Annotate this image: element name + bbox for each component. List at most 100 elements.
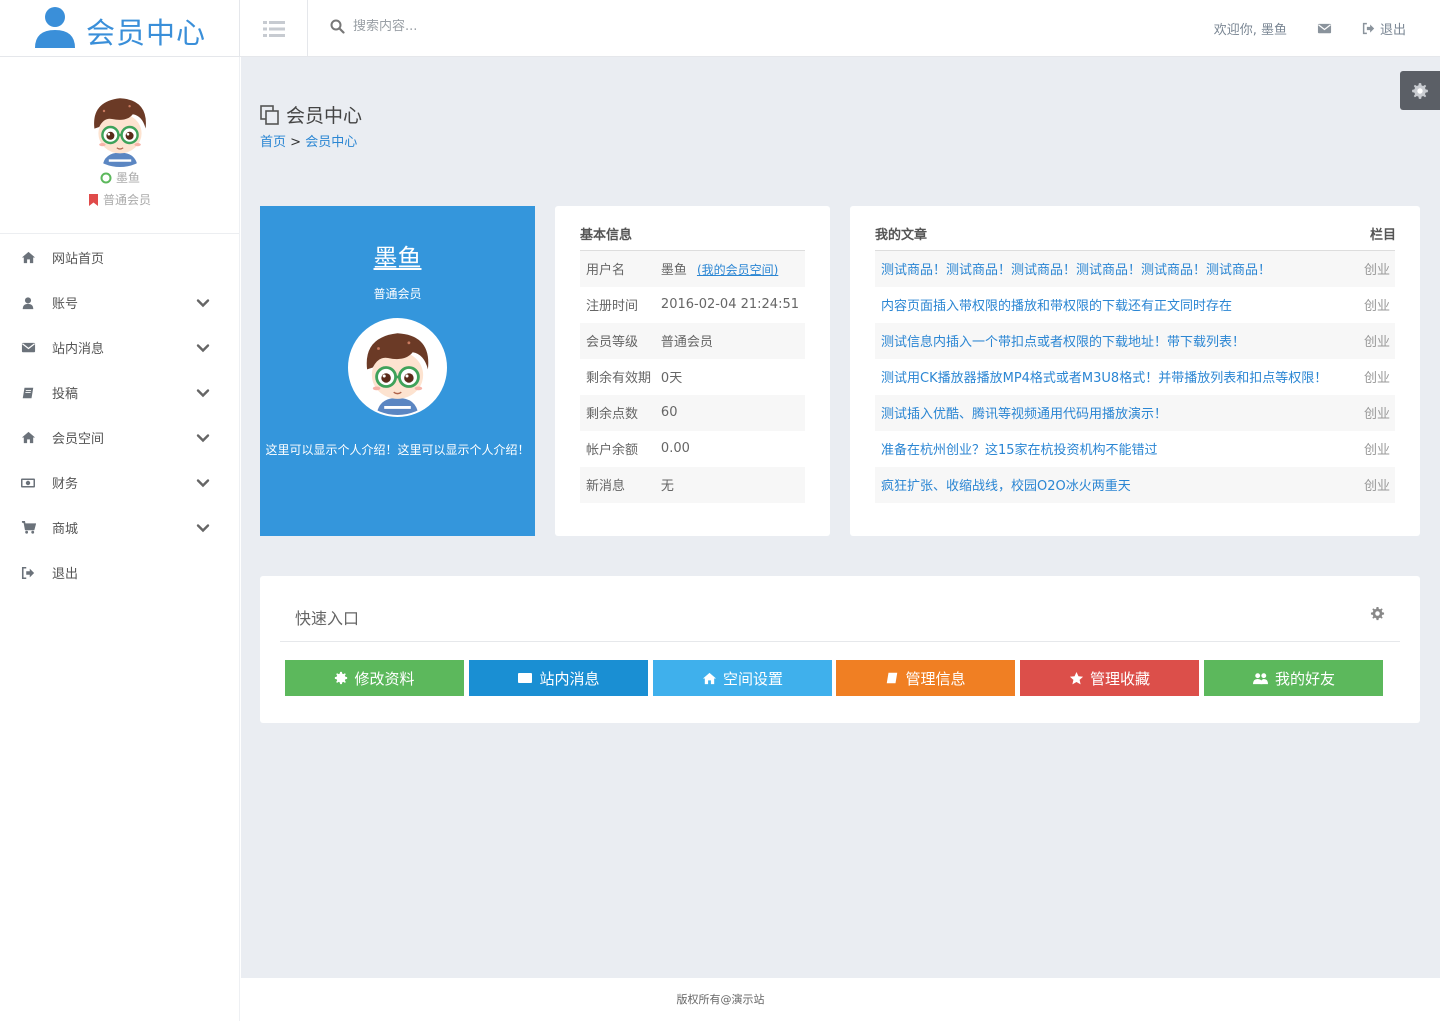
article-category: 创业 (1364, 371, 1391, 386)
article-category: 创业 (1364, 322, 1395, 359)
sign-out-icon (20, 565, 36, 581)
footer: 版权所有@演示站 (676, 993, 765, 1006)
sidebar-item-member-space[interactable]: 会员空间 (0, 415, 240, 460)
search-icon[interactable] (330, 19, 345, 34)
edit-profile-button[interactable]: 修改资料 (285, 660, 464, 696)
sidebar-item-shop[interactable]: 商城 (0, 505, 240, 550)
chevron-down-icon (196, 521, 210, 535)
sidebar-item-label: 投稿 (52, 387, 79, 402)
profile-card-name[interactable]: 墨鱼 (260, 238, 535, 273)
divider (280, 641, 1400, 642)
welcome-text: 欢迎你, 墨鱼 (1213, 23, 1287, 38)
envelope-icon (517, 670, 533, 686)
avatar[interactable] (348, 318, 447, 417)
sidebar-item-label: 财务 (52, 477, 79, 492)
top-bar: 会员中心 欢迎你, 墨鱼 退出 (0, 0, 1440, 57)
home-icon (702, 671, 717, 686)
basic-info-card: 基本信息 用户名 墨鱼 (我的会员空间) 注册时间 2016-02-04 21:2… (555, 206, 830, 536)
money-icon (20, 475, 36, 491)
breadcrumb-home-link[interactable]: 首页 (260, 135, 286, 150)
info-key: 帐户余额 (586, 443, 639, 458)
member-space-link[interactable]: (我的会员空间) (697, 263, 778, 277)
sign-out-icon (1362, 22, 1375, 35)
info-value: 2016-02-04 21:24:51 (660, 297, 799, 312)
chevron-down-icon (196, 296, 210, 310)
article-title-link[interactable]: 准备在杭州创业？这15家在杭投资机构不能错过 (875, 431, 1364, 467)
avatar[interactable] (80, 87, 160, 167)
manage-info-button[interactable]: 管理信息 (836, 660, 1015, 696)
profile-card-level: 普通会员 (373, 287, 422, 301)
info-value-cell: 墨鱼 (我的会员空间) (660, 250, 805, 287)
space-settings-button[interactable]: 空间设置 (653, 660, 832, 696)
my-friends-button[interactable]: 我的好友 (1204, 660, 1383, 696)
sidebar-item-submit[interactable]: 投稿 (0, 370, 240, 415)
menu-toggle-button[interactable] (240, 0, 308, 57)
button-label: 站内消息 (539, 669, 600, 688)
star-icon (1069, 671, 1084, 686)
info-value: 无 (660, 466, 805, 503)
breadcrumb-current-link[interactable]: 会员中心 (305, 135, 357, 150)
table-row: 测试商品！测试商品！测试商品！测试商品！测试商品！测试商品！ 创业 (875, 250, 1395, 287)
logout-link[interactable]: 退出 (1362, 19, 1406, 38)
settings-toggle-button[interactable] (1400, 71, 1440, 110)
article-title-link[interactable]: 测试商品！测试商品！测试商品！测试商品！测试商品！测试商品！ (875, 250, 1364, 287)
home-icon (20, 430, 36, 446)
table-row: 测试信息内插入一个带扣点或者权限的下载地址！带下载列表！ 创业 (875, 322, 1395, 359)
info-key: 会员等级 (580, 322, 661, 359)
articles-title: 我的文章 (875, 228, 928, 243)
article-title-link[interactable]: 内容页面插入带权限的播放和带权限的下载还有正文同时存在 (875, 287, 1364, 323)
search-input[interactable] (353, 19, 553, 34)
profile-name-row: 墨鱼 (0, 169, 240, 186)
info-key: 用户名 (580, 250, 661, 287)
envelope-icon (1317, 21, 1332, 36)
sidebar-item-logout[interactable]: 退出 (0, 550, 240, 595)
page-title-text: 会员中心 (286, 105, 363, 127)
sidebar-item-finance[interactable]: 财务 (0, 460, 240, 505)
gear-icon (1411, 82, 1429, 100)
table-row: 测试用CK播放器播放MP4格式或者M3U8格式！并带播放列表和扣点等权限！ 创业 (875, 359, 1395, 395)
chevron-down-icon (196, 476, 210, 490)
sidebar-item-home[interactable]: 网站首页 (0, 235, 240, 280)
manage-favorites-button[interactable]: 管理收藏 (1020, 660, 1199, 696)
table-row: 注册时间 2016-02-04 21:24:51 (580, 287, 805, 323)
info-value: 普通会员 (660, 322, 805, 359)
logo-text: 会员中心 (86, 16, 207, 50)
info-key: 剩余有效期 (586, 371, 652, 386)
article-category: 创业 (1364, 443, 1391, 458)
users-icon (1252, 671, 1269, 686)
chevron-down-icon (196, 386, 210, 400)
sidebar-item-label: 网站首页 (52, 252, 105, 267)
logo[interactable]: 会员中心 (0, 0, 240, 57)
article-category: 创业 (1364, 394, 1395, 431)
table-row: 剩余点数 60 (580, 394, 805, 431)
button-label: 修改资料 (354, 669, 415, 688)
info-key: 注册时间 (586, 299, 639, 314)
button-label: 我的好友 (1274, 669, 1335, 688)
articles-table: 测试商品！测试商品！测试商品！测试商品！测试商品！测试商品！ 创业 内容页面插入带… (875, 250, 1395, 503)
breadcrumb: 首页 > 会员中心 (260, 131, 357, 150)
article-title-link[interactable]: 测试信息内插入一个带扣点或者权限的下载地址！带下载列表！ (875, 322, 1364, 359)
copy-icon (260, 104, 279, 125)
sidebar-item-label: 商城 (52, 522, 79, 537)
table-row: 内容页面插入带权限的播放和带权限的下载还有正文同时存在 创业 (875, 287, 1395, 323)
profile-level: 普通会员 (102, 193, 151, 207)
article-title-link[interactable]: 疯狂扩张、收缩战线，校园O2O冰火两重天 (875, 466, 1364, 503)
article-title-link[interactable]: 测试用CK播放器播放MP4格式或者M3U8格式！并带播放列表和扣点等权限！ (875, 359, 1364, 395)
sidebar-item-label: 站内消息 (52, 342, 105, 357)
messages-button[interactable] (1317, 21, 1332, 36)
table-row: 会员等级 普通会员 (580, 322, 805, 359)
envelope-icon (20, 340, 36, 356)
gear-icon[interactable] (1370, 606, 1385, 621)
quick-links-title: 快速入口 (295, 609, 360, 628)
article-title-link[interactable]: 测试插入优酷、腾讯等视频通用代码用播放演示！ (875, 394, 1364, 431)
sidebar-profile: 墨鱼 普通会员 (0, 57, 239, 234)
profile-level-row: 普通会员 (0, 191, 240, 208)
table-row: 帐户余额 0.00 (580, 431, 805, 467)
list-icon (262, 20, 285, 37)
messages-button[interactable]: 站内消息 (469, 660, 648, 696)
sidebar-item-messages[interactable]: 站内消息 (0, 325, 240, 370)
sidebar-item-account[interactable]: 账号 (0, 280, 240, 325)
chevron-down-icon (196, 341, 210, 355)
info-value: 60 (660, 394, 805, 431)
profile-card: 墨鱼 普通会员 这里可以显示个人介绍！这里可以显示个人介绍！ (260, 206, 535, 536)
